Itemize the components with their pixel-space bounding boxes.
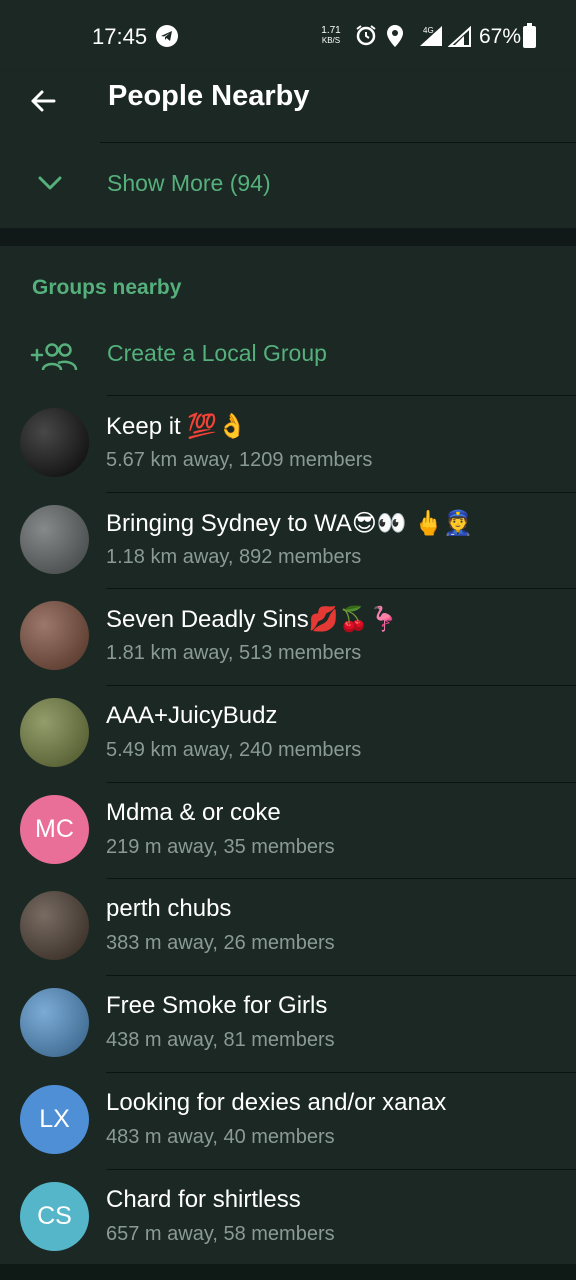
group-distance-members: 383 m away, 26 members	[106, 932, 335, 955]
group-list-item[interactable]: LX Looking for dexies and/or xanax 483 m a…	[0, 1073, 576, 1170]
back-arrow-icon[interactable]	[28, 86, 58, 116]
network-type: 4G	[423, 26, 434, 35]
group-list-item[interactable]: Free Smoke for Girls 438 m away, 81 membe…	[0, 976, 576, 1073]
mobile-signal-icon: 4G	[412, 24, 444, 54]
group-distance-members: 1.18 km away, 892 members	[106, 545, 362, 568]
group-distance-members: 657 m away, 58 members	[106, 1222, 335, 1245]
group-name: Free Smoke for Girls	[106, 992, 328, 1020]
network-speed-unit: KB/S	[321, 36, 341, 45]
show-more-label: Show More (94)	[107, 170, 271, 196]
show-more-button[interactable]: Show More (94)	[0, 142, 576, 228]
group-list-item[interactable]: MC Mdma & or coke 219 m away, 35 members	[0, 783, 576, 880]
avatar-initials: MC	[35, 814, 74, 843]
groups-section: Groups nearby Create a Local Group Keep …	[0, 246, 576, 1264]
create-local-group-label: Create a Local Group	[107, 340, 327, 366]
battery-percent: 67%	[479, 25, 522, 48]
group-avatar: CS	[20, 1181, 89, 1251]
page-title: People Nearby	[108, 80, 310, 112]
battery-icon	[523, 23, 536, 48]
status-bar: 17:45 1.71 KB/S 4G 67%	[0, 0, 576, 72]
group-name: AAA+JuicyBudz	[106, 702, 278, 730]
group-avatar	[20, 698, 89, 768]
group-avatar	[20, 988, 89, 1058]
add-group-icon	[30, 342, 78, 372]
groups-header: Groups nearby	[32, 276, 182, 299]
telegram-icon	[156, 25, 178, 47]
group-distance-members: 5.49 km away, 240 members	[106, 739, 362, 762]
bottom-strip	[0, 1264, 576, 1280]
group-name: Chard for shirtless	[106, 1185, 301, 1213]
group-list-item[interactable]: Keep it 💯👌 5.67 km away, 1209 members	[0, 396, 576, 493]
group-distance-members: 1.81 km away, 513 members	[106, 642, 362, 665]
group-list-item[interactable]: CS Chard for shirtless 657 m away, 58 memb…	[0, 1170, 576, 1267]
group-name: Looking for dexies and/or xanax	[106, 1088, 447, 1116]
group-distance-members: 438 m away, 81 members	[106, 1029, 335, 1052]
group-list-item[interactable]: Seven Deadly Sins💋🍒🦩 1.81 km away, 513 me…	[0, 589, 576, 687]
group-name: Seven Deadly Sins💋🍒🦩	[106, 606, 399, 634]
group-list-item[interactable]: Bringing Sydney to WA😎👀 🖕👮 1.18 km away, …	[0, 493, 576, 590]
group-distance-members: 5.67 km away, 1209 members	[106, 449, 373, 471]
chevron-down-icon	[38, 175, 62, 191]
location-icon	[386, 24, 404, 48]
network-speed: 1.71 KB/S	[318, 26, 344, 46]
section-gap	[0, 228, 576, 246]
group-list: Keep it 💯👌 5.67 km away, 1209 members Brin…	[0, 396, 576, 1266]
group-distance-members: 483 m away, 40 members	[106, 1125, 335, 1148]
group-avatar: MC	[20, 794, 89, 864]
group-avatar	[20, 504, 89, 574]
group-list-item[interactable]: perth chubs 383 m away, 26 members	[0, 879, 576, 977]
group-list-item[interactable]: AAA+JuicyBudz 5.49 km away, 240 members	[0, 686, 576, 783]
group-avatar	[20, 891, 89, 961]
avatar-initials: LX	[39, 1104, 70, 1133]
divider	[100, 142, 576, 143]
group-name: Mdma & or coke	[106, 798, 281, 826]
app-bar: People Nearby	[0, 72, 576, 142]
group-avatar: LX	[20, 1084, 89, 1154]
group-avatar	[20, 601, 89, 671]
create-local-group-button[interactable]: Create a Local Group	[0, 322, 576, 396]
avatar-initials: CS	[37, 1201, 72, 1230]
signal-roaming-icon	[447, 25, 472, 54]
status-time: 17:45	[92, 24, 148, 49]
group-name: perth chubs	[106, 895, 232, 923]
group-distance-members: 219 m away, 35 members	[106, 835, 335, 858]
network-speed-value: 1.71	[321, 25, 341, 36]
group-avatar	[20, 408, 89, 477]
group-name: Bringing Sydney to WA😎👀 🖕👮	[106, 509, 474, 537]
alarm-icon	[355, 24, 377, 46]
group-name: Keep it 💯👌	[106, 413, 248, 440]
